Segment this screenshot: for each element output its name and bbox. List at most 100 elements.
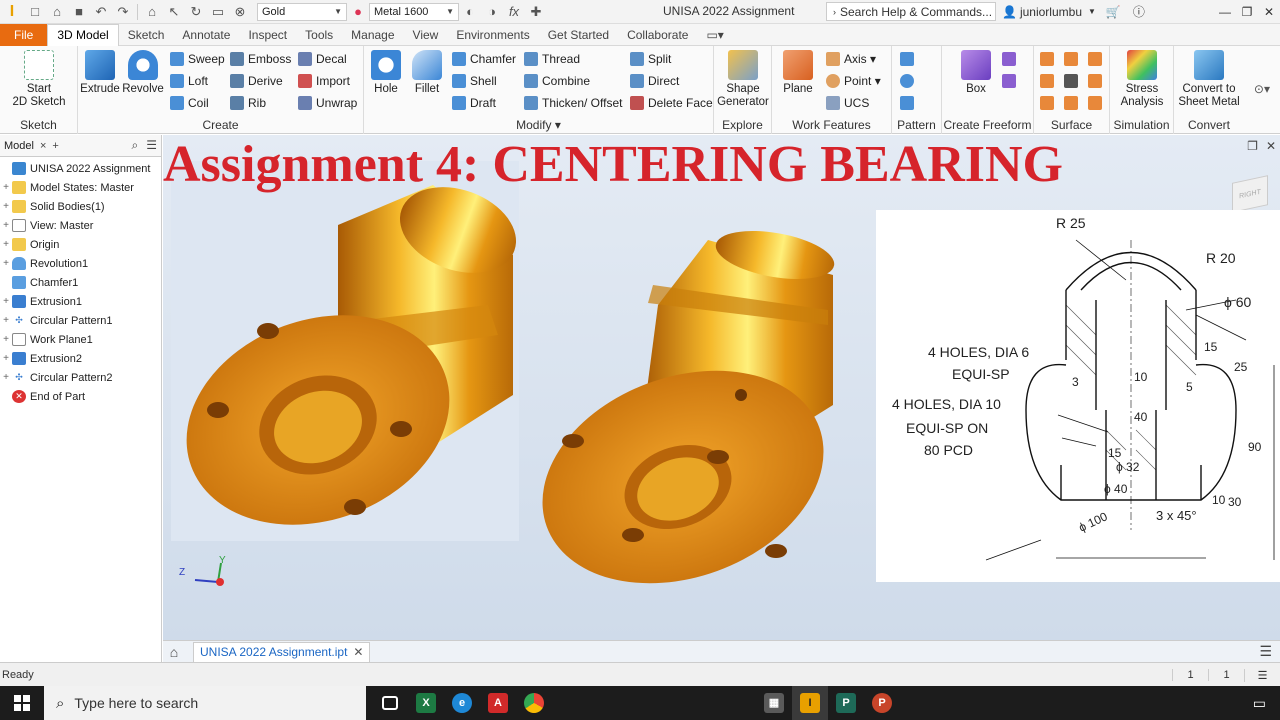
expand-icon[interactable]: +: [0, 239, 12, 250]
tree-node-circular-pattern2[interactable]: + ✣ Circular Pattern2: [0, 368, 161, 387]
expand-icon[interactable]: +: [0, 372, 12, 383]
expand-icon[interactable]: +: [0, 353, 12, 364]
powerpoint-taskbar-button[interactable]: P: [864, 686, 900, 720]
expand-icon[interactable]: +: [0, 258, 12, 269]
close-tab-icon[interactable]: ✕: [353, 645, 363, 659]
direct-button[interactable]: Direct: [630, 72, 679, 90]
measure-icon[interactable]: ▭: [209, 3, 227, 21]
panel-options-icon[interactable]: ▭▾: [697, 24, 732, 46]
combine-button[interactable]: Combine: [524, 72, 590, 90]
open-folder-icon[interactable]: ⌂: [48, 3, 66, 21]
tree-node-chamfer1[interactable]: Chamfer1: [0, 273, 161, 292]
tree-node-work-plane1[interactable]: + Work Plane1: [0, 330, 161, 349]
browser-tab-model[interactable]: Model: [4, 140, 34, 152]
expand-icon[interactable]: +: [0, 201, 12, 212]
fillet-button[interactable]: Fillet: [408, 50, 446, 96]
inventor-taskbar-button[interactable]: I: [792, 686, 828, 720]
revolve-button[interactable]: Revolve: [122, 50, 164, 96]
appearance-sphere-icon[interactable]: ●: [349, 3, 367, 21]
user-menu[interactable]: 👤 juniorlumbu ▼ 🛒 ⓘ: [1002, 3, 1145, 20]
material-select[interactable]: Gold ▼: [257, 2, 347, 21]
expand-icon[interactable]: +: [0, 334, 12, 345]
circular-pattern-button[interactable]: [900, 72, 918, 90]
tab-view[interactable]: View: [404, 24, 448, 46]
chamfer-button[interactable]: Chamfer: [452, 50, 516, 68]
sketch-pattern-button[interactable]: [900, 94, 918, 112]
search-icon[interactable]: ⌕: [132, 138, 139, 153]
select-icon[interactable]: ↖: [165, 3, 183, 21]
tab-get-started[interactable]: Get Started: [539, 24, 618, 46]
coil-button[interactable]: Coil: [170, 94, 209, 112]
box-button[interactable]: Box: [956, 50, 996, 96]
restore-icon[interactable]: ❐: [1236, 0, 1258, 24]
draft-button[interactable]: Draft: [452, 94, 496, 112]
tree-node-revolution1[interactable]: + Revolution1: [0, 254, 161, 273]
surface-replace-button[interactable]: [1040, 94, 1058, 112]
start-button[interactable]: [0, 686, 44, 720]
freeform-sphere-button[interactable]: [1002, 72, 1020, 90]
inventor-logo-icon[interactable]: I: [0, 0, 24, 24]
tab-3d-model[interactable]: 3D Model: [47, 23, 119, 46]
emboss-button[interactable]: Emboss: [230, 50, 291, 68]
shell-button[interactable]: Shell: [452, 72, 497, 90]
surface-patch-button[interactable]: [1064, 50, 1082, 68]
excel-taskbar-button[interactable]: X: [408, 686, 444, 720]
task-view-button[interactable]: [372, 686, 408, 720]
tab-manage[interactable]: Manage: [342, 24, 403, 46]
notification-icon[interactable]: ▭: [1253, 695, 1266, 712]
taskbar-search-input[interactable]: ⌕ Type here to search: [44, 686, 366, 720]
tab-collaborate[interactable]: Collaborate: [618, 24, 697, 46]
expand-icon[interactable]: +: [0, 220, 12, 231]
new-file-icon[interactable]: □: [26, 3, 44, 21]
tree-node-extrusion2[interactable]: + Extrusion2: [0, 349, 161, 368]
expand-icon[interactable]: +: [0, 296, 12, 307]
derive-button[interactable]: Derive: [230, 72, 283, 90]
expand-icon[interactable]: +: [0, 315, 12, 326]
axis-button[interactable]: Axis ▾: [826, 50, 876, 68]
tree-node-end-of-part[interactable]: ✕ End of Part: [0, 387, 161, 406]
surface-delete-button[interactable]: [1064, 72, 1082, 90]
tab-tools[interactable]: Tools: [296, 24, 342, 46]
start-sketch-button[interactable]: Start 2D Sketch: [8, 50, 70, 109]
restore-viewport-icon[interactable]: ❐: [1247, 139, 1258, 153]
chrome-taskbar-button[interactable]: [516, 686, 552, 720]
panel-title-modify[interactable]: Modify ▾: [364, 118, 713, 132]
tab-environments[interactable]: Environments: [447, 24, 538, 46]
tab-annotate[interactable]: Annotate: [173, 24, 239, 46]
home-icon[interactable]: ⌂: [143, 3, 161, 21]
split-button[interactable]: Split: [630, 50, 671, 68]
tab-inspect[interactable]: Inspect: [239, 24, 296, 46]
rectangular-pattern-button[interactable]: [900, 50, 918, 68]
thicken-offset-button[interactable]: Thicken/ Offset: [524, 94, 622, 112]
freeform-cylinder-button[interactable]: [1002, 50, 1020, 68]
expand-icon[interactable]: +: [0, 182, 12, 193]
decal-button[interactable]: Decal: [298, 50, 347, 68]
surface-repair-button[interactable]: [1064, 94, 1082, 112]
tree-node-circular-pattern1[interactable]: + ✣ Circular Pattern1: [0, 311, 161, 330]
add-icon[interactable]: ✚: [527, 3, 545, 21]
hole-button[interactable]: Hole: [368, 50, 404, 96]
save-icon[interactable]: ■: [70, 3, 88, 21]
help-icon[interactable]: ⓘ: [1133, 3, 1145, 20]
document-tab[interactable]: UNISA 2022 Assignment.ipt ✕: [193, 641, 371, 662]
shape-generator-button[interactable]: Shape Generator: [716, 50, 770, 109]
minimize-icon[interactable]: —: [1214, 0, 1236, 24]
delete-face-button[interactable]: Delete Face: [630, 94, 713, 112]
document-menu-icon[interactable]: ☰: [1259, 643, 1272, 660]
tree-node-view[interactable]: + View: Master: [0, 216, 161, 235]
cart-icon[interactable]: 🛒: [1106, 5, 1121, 19]
surface-stitch-button[interactable]: [1040, 50, 1058, 68]
tree-node-origin[interactable]: + Origin: [0, 235, 161, 254]
plane-button[interactable]: Plane: [778, 50, 818, 96]
close-viewport-icon[interactable]: ✕: [1266, 139, 1276, 153]
tab-sketch[interactable]: Sketch: [119, 24, 174, 46]
extrude-button[interactable]: Extrude: [80, 50, 120, 96]
graphics-viewport[interactable]: Z Y Assignment 4: CENTERING BEARING ❐ ✕ …: [163, 135, 1280, 640]
rib-button[interactable]: Rib: [230, 94, 266, 112]
surface-extend-button[interactable]: [1088, 72, 1106, 90]
surface-fit-button[interactable]: [1088, 94, 1106, 112]
sweep-button[interactable]: Sweep: [170, 50, 225, 68]
convert-sheet-metal-button[interactable]: Convert to Sheet Metal: [1176, 50, 1242, 109]
home-icon[interactable]: ⌂: [163, 644, 185, 660]
menu-icon[interactable]: ☰: [146, 138, 157, 153]
